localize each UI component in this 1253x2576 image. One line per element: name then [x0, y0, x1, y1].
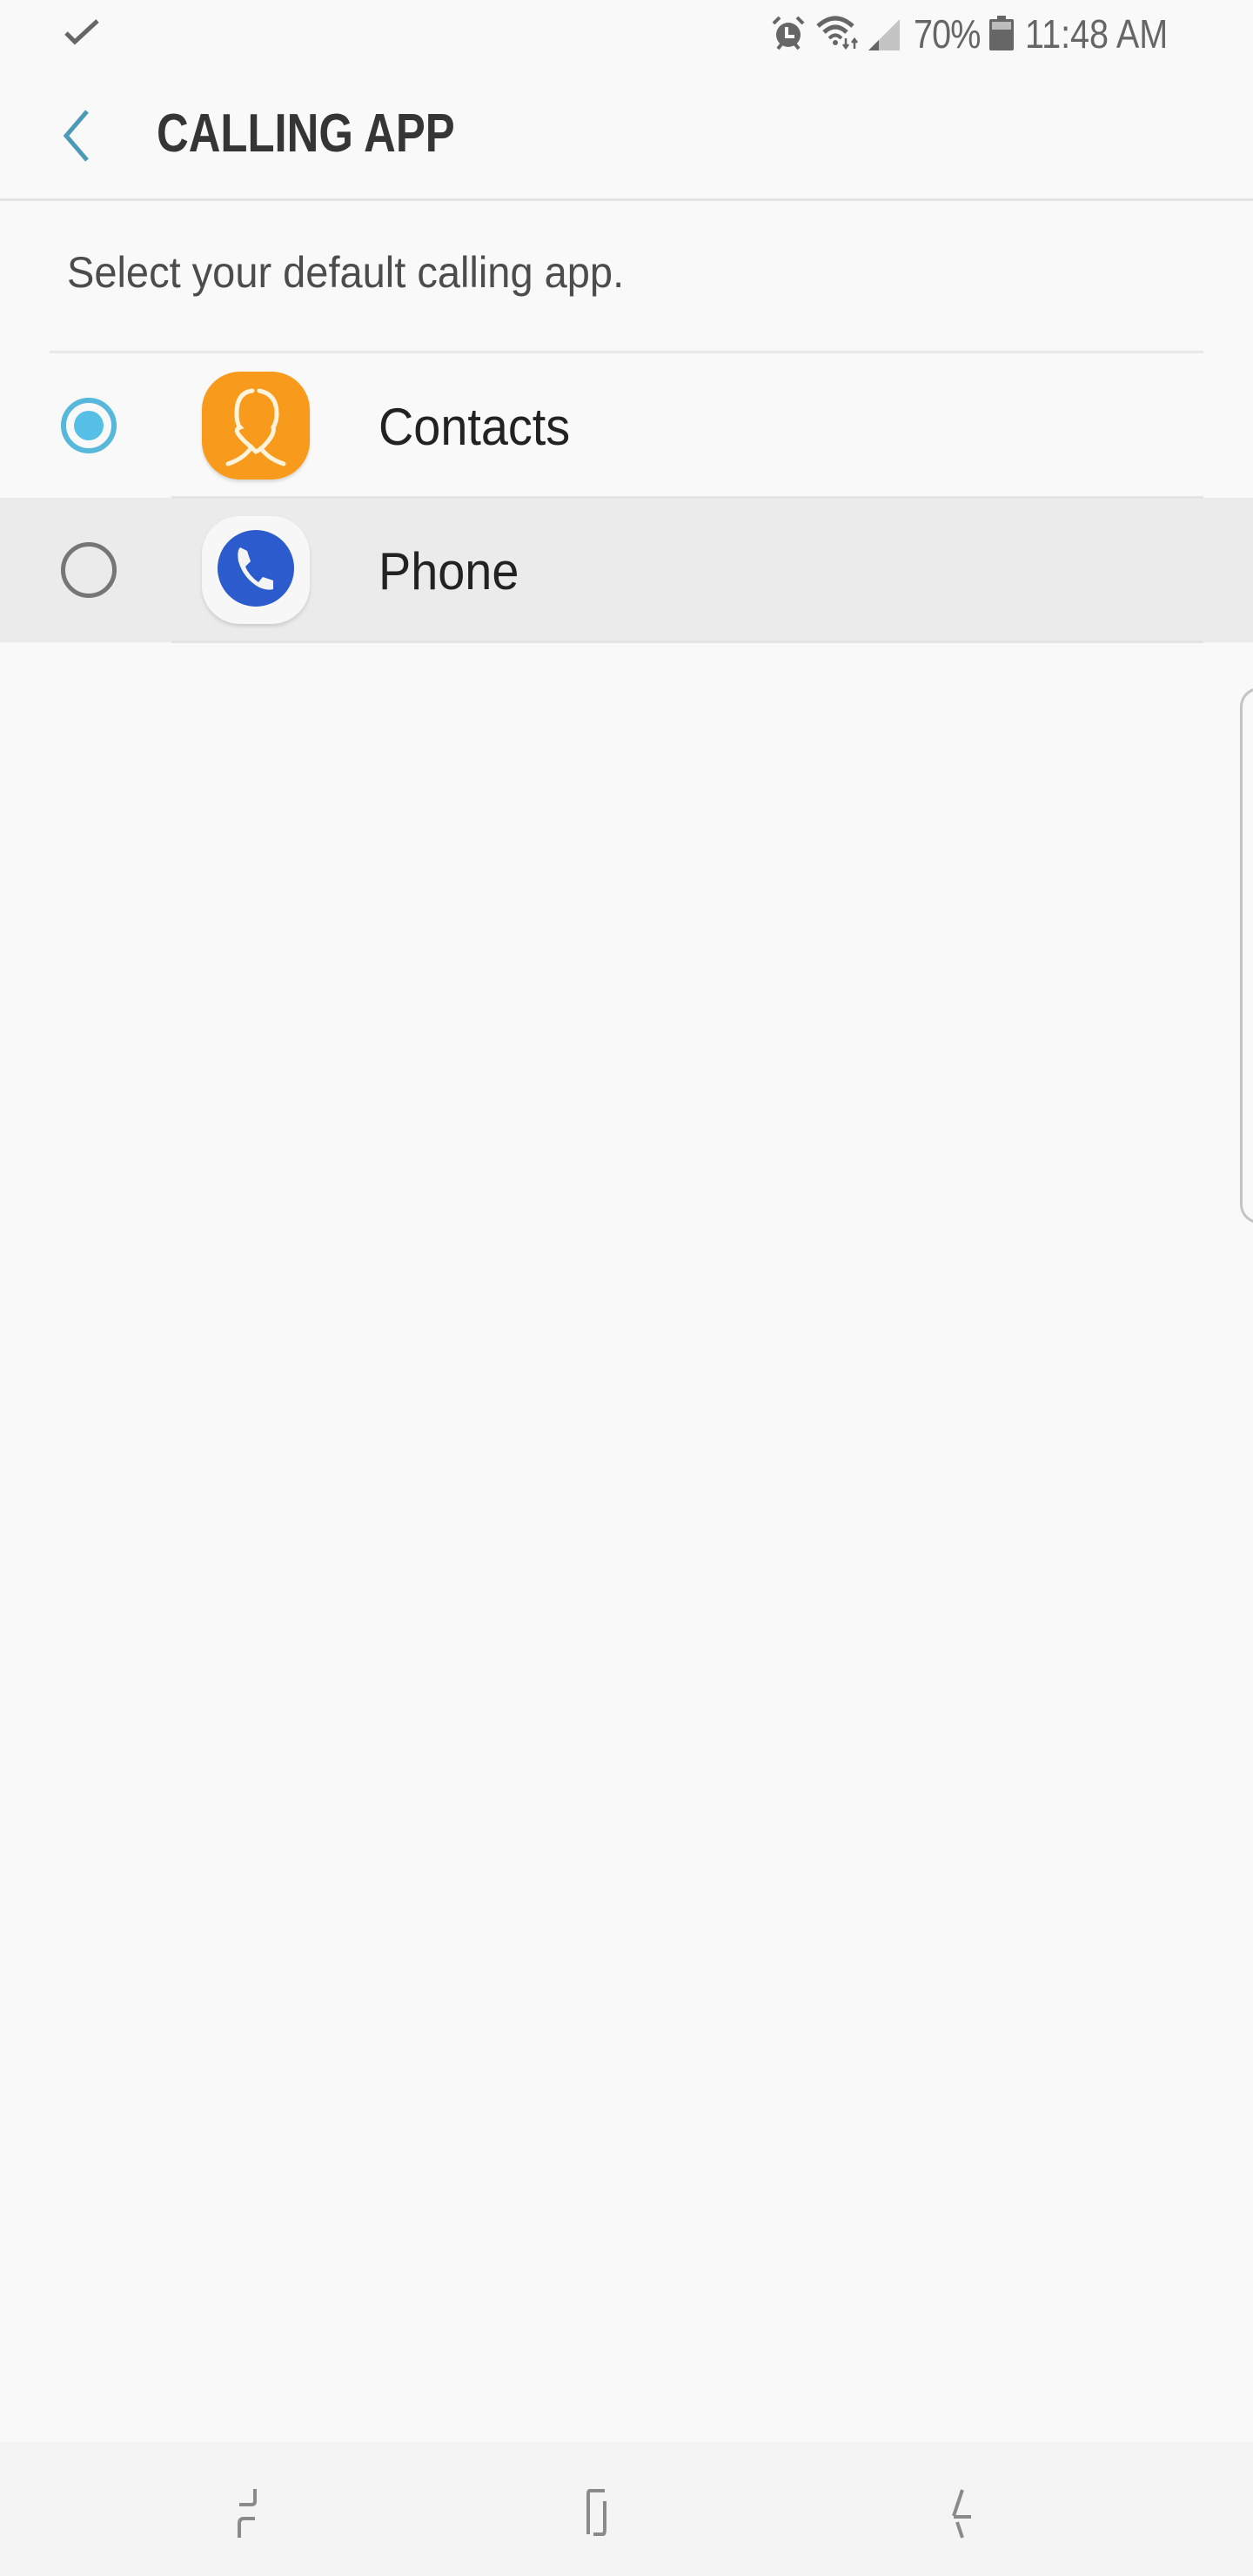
app-label: Contacts: [379, 398, 571, 456]
app-label: Phone: [379, 542, 519, 600]
phone-icon: [218, 530, 294, 607]
alarm-icon: [772, 16, 805, 50]
page-title: CALLING APP: [157, 104, 455, 164]
row-divider: [171, 496, 1203, 499]
signal-icon: [868, 19, 900, 50]
radio-button-unselected[interactable]: [61, 542, 117, 598]
navigation-bar: [0, 2442, 1253, 2576]
status-bar: 70% 11:48 AM: [0, 0, 1253, 70]
row-divider: [171, 641, 1203, 643]
back-button[interactable]: [49, 108, 104, 164]
wifi-icon: [816, 16, 858, 50]
back-icon: [952, 2489, 971, 2539]
app-option-phone[interactable]: Phone: [0, 498, 1253, 642]
contacts-icon: [225, 388, 286, 466]
header-divider: [0, 198, 1253, 201]
check-icon: [64, 19, 99, 45]
phone-app-icon: [202, 516, 310, 624]
battery-icon: [989, 16, 1014, 50]
back-nav-button[interactable]: [931, 2468, 1018, 2555]
app-option-contacts[interactable]: Contacts: [0, 353, 1253, 498]
home-button[interactable]: [581, 2468, 668, 2555]
chevron-left-icon: [63, 110, 89, 162]
home-icon: [586, 2489, 606, 2536]
edge-panel-handle[interactable]: [1240, 688, 1253, 1224]
description-text: Select your default calling app.: [67, 248, 625, 297]
battery-percent: 70%: [914, 11, 981, 57]
recents-icon: [238, 2489, 257, 2538]
contacts-app-icon: [202, 372, 310, 480]
clock: 11:48 AM: [1025, 11, 1169, 57]
recents-button[interactable]: [231, 2468, 318, 2555]
radio-button-selected[interactable]: [61, 398, 117, 453]
app-bar: CALLING APP: [0, 70, 1253, 198]
